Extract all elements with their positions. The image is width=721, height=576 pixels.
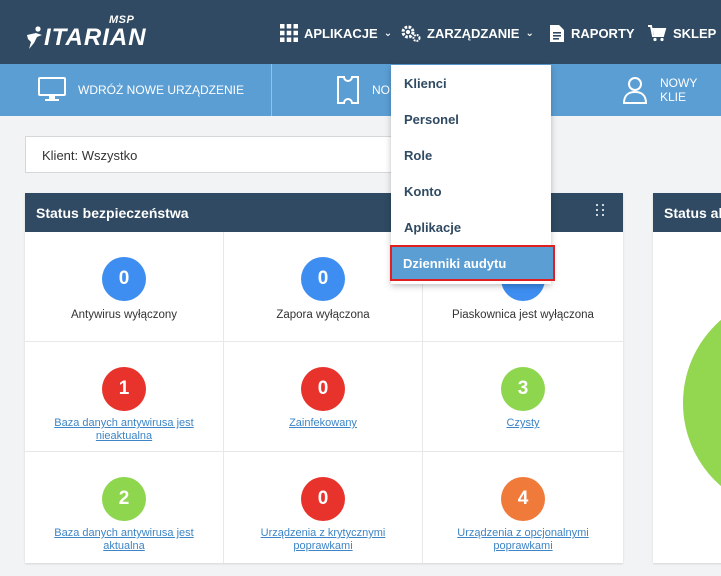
nav-management-label: ZARZĄDZANIE	[427, 25, 520, 41]
second-action-label: NO	[372, 83, 390, 97]
management-dropdown: Klienci Personel Role Konto Aplikacje Dzienni…	[390, 65, 555, 284]
status-count-badge: 2	[102, 477, 146, 521]
new-customer-action[interactable]: NOWY KLIE	[622, 64, 721, 116]
widget-title: Status bezpieczeństwa	[36, 205, 189, 221]
deploy-device-label: WDRÓŻ NOWE URZĄDZENIE	[78, 83, 244, 97]
grid-icon	[280, 24, 298, 42]
status-tile[interactable]: 0 Zainfekowany	[224, 342, 423, 452]
nav-reports-label: RAPORTY	[571, 25, 635, 41]
menu-item-role[interactable]: Role	[391, 137, 551, 173]
chevron-down-icon: ⌄	[383, 27, 393, 39]
status-count-badge: 0	[301, 257, 345, 301]
logo-badge: MSP	[109, 14, 135, 26]
gears-icon	[401, 24, 421, 42]
status-tile[interactable]: 2 Baza danych antywirusa jest aktualna	[25, 452, 224, 563]
status-count-badge: 0	[301, 367, 345, 411]
logo-wordmark: ITARIAN	[44, 24, 147, 51]
status-link[interactable]: Baza danych antywirusa jest aktualna	[39, 527, 209, 553]
nav-management[interactable]: ZARZĄDZANIE ⌄	[401, 22, 534, 44]
status-link[interactable]: Urządzenia z krytycznymi poprawkami	[238, 527, 408, 553]
nav-reports[interactable]: RAPORTY	[549, 22, 635, 44]
menu-item-konto[interactable]: Konto	[391, 173, 551, 209]
user-icon	[622, 76, 648, 104]
status-link[interactable]: Urządzenia z opcjonalnymi poprawkami	[437, 527, 609, 553]
menu-item-dzienniki-audytu[interactable]: Dzienniki audytu	[390, 245, 555, 281]
deploy-device-action[interactable]: WDRÓŻ NOWE URZĄDZENIE	[38, 64, 244, 116]
status-count-badge: 0	[301, 477, 345, 521]
monitor-icon	[38, 77, 66, 103]
new-customer-label: NOWY KLIE	[660, 76, 698, 104]
status-tile[interactable]: 4 Urządzenia z opcjonalnymi poprawkami	[423, 452, 623, 563]
menu-item-klienci[interactable]: Klienci	[391, 65, 551, 101]
status-count-badge: 4	[501, 477, 545, 521]
action-divider	[271, 64, 272, 116]
cart-icon	[647, 24, 667, 42]
document-icon	[549, 24, 565, 43]
status-count-badge: 3	[501, 367, 545, 411]
nav-apps-label: APLIKACJE	[304, 25, 378, 41]
itarian-logo[interactable]: ITARIAN MSP	[24, 14, 154, 51]
nav-store-label: SKLEP	[673, 25, 717, 41]
status-tile: 0 Antywirus wyłączony	[25, 232, 224, 342]
status-link[interactable]: Baza danych antywirusa jest nieaktualna	[39, 417, 209, 443]
quick-actions-bar: WDRÓŻ NOWE URZĄDZENIE NO NOWY KLIE	[0, 64, 721, 116]
status-count-badge: 0	[102, 257, 146, 301]
nav-apps[interactable]: APLIKACJE ⌄	[280, 22, 392, 44]
status-label: Piaskownica jest wyłączona	[452, 309, 594, 321]
widget2-title: Status al	[664, 205, 721, 221]
status-label: Zapora wyłączona	[276, 309, 370, 321]
status-link[interactable]: Zainfekowany	[238, 417, 408, 430]
status-pie-chart	[683, 293, 721, 513]
status-tile[interactable]: 1 Baza danych antywirusa jest nieaktualna	[25, 342, 224, 452]
status-tile[interactable]: 3 Czysty	[423, 342, 623, 452]
top-navbar: ITARIAN MSP APLIKACJE ⌄ ZARZĄDZANIE ⌄ RA…	[0, 0, 721, 64]
menu-item-personel[interactable]: Personel	[391, 101, 551, 137]
status-tile[interactable]: 0 Urządzenia z krytycznymi poprawkami	[224, 452, 423, 563]
ticket-icon	[336, 76, 360, 104]
status-label: Antywirus wyłączony	[70, 309, 178, 321]
status-count-badge: 1	[102, 367, 146, 411]
menu-item-aplikacje[interactable]: Aplikacje	[391, 209, 551, 245]
second-action[interactable]: NO	[336, 64, 390, 116]
customer-filter-select[interactable]: Klient: Wszystko	[25, 136, 400, 173]
logo-figure-icon	[27, 26, 42, 49]
chevron-down-icon: ⌄	[525, 27, 534, 39]
status-link[interactable]: Czysty	[437, 417, 609, 430]
nav-store[interactable]: SKLEP	[647, 22, 716, 44]
drag-handle-icon[interactable]	[596, 204, 605, 216]
widget2-header: Status al	[653, 193, 721, 232]
status-widget-2: Status al	[653, 193, 721, 563]
